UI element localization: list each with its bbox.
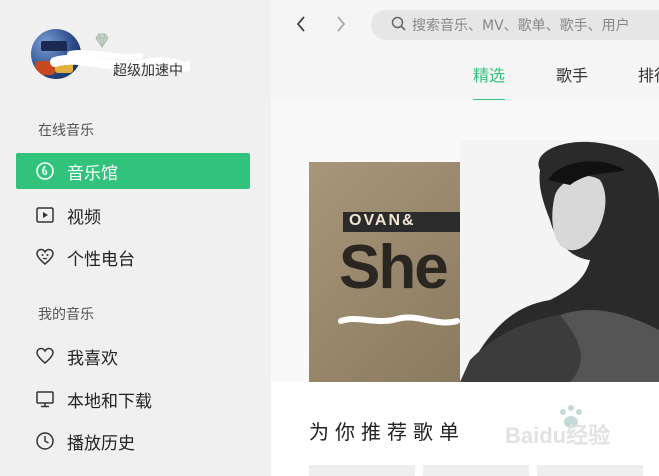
search-icon xyxy=(391,16,406,35)
playlist-card[interactable] xyxy=(537,465,643,476)
sidebar-item-label: 音乐馆 xyxy=(67,163,118,184)
video-icon xyxy=(35,205,55,225)
diamond-icon[interactable] xyxy=(92,31,112,51)
back-button[interactable] xyxy=(289,12,313,40)
album-title-big: She xyxy=(339,233,449,302)
redaction-scribble xyxy=(338,314,460,326)
radio-icon xyxy=(35,247,55,267)
sidebar-item-label: 个性电台 xyxy=(67,249,135,270)
sidebar-item-radio[interactable]: 个性电台 xyxy=(16,239,250,275)
album-title-small: OVAN& xyxy=(349,212,416,229)
tab-charts[interactable]: 排行 xyxy=(638,62,659,86)
monitor-icon xyxy=(35,389,55,409)
search-placeholder: 搜索音乐、MV、歌单、歌手、用户 xyxy=(412,18,630,34)
sidebar-item-music-hall[interactable]: 音乐馆 xyxy=(16,153,250,189)
playlist-card[interactable] xyxy=(309,465,415,476)
playlist-card[interactable] xyxy=(423,465,529,476)
sidebar-item-label: 播放历史 xyxy=(67,433,135,454)
artist-banner[interactable] xyxy=(460,140,659,382)
sidebar-item-favorites[interactable]: 我喜欢 xyxy=(16,338,250,374)
baidu-watermark: Baidu经验 xyxy=(505,402,635,452)
section-my-music: 我的音乐 xyxy=(38,307,94,323)
search-input[interactable]: 搜索音乐、MV、歌单、歌手、用户 xyxy=(371,10,659,40)
sidebar-item-video[interactable]: 视频 xyxy=(16,197,250,233)
sidebar-item-local-download[interactable]: 本地和下载 xyxy=(16,381,250,417)
music-hall-icon xyxy=(35,161,55,181)
watermark-text: Baidu经验 xyxy=(505,423,611,448)
sidebar-item-label: 视频 xyxy=(67,207,101,228)
artist-photo xyxy=(460,140,659,382)
section-online-music: 在线音乐 xyxy=(38,123,94,139)
chevron-left-icon xyxy=(295,15,307,37)
tab-singers[interactable]: 歌手 xyxy=(556,62,588,86)
heart-icon xyxy=(35,346,55,366)
sidebar: 超级加速中 在线音乐 音乐馆 视频 个性电台 我的音乐 我喜欢 本地和下载 播放… xyxy=(0,0,271,476)
chevron-right-icon xyxy=(335,15,347,37)
album-banner-left[interactable]: OVAN& She xyxy=(309,162,461,382)
sidebar-item-label: 我喜欢 xyxy=(67,348,118,369)
sidebar-item-history[interactable]: 播放历史 xyxy=(16,423,250,459)
forward-button[interactable] xyxy=(329,12,353,40)
top-bar: 搜索音乐、MV、歌单、歌手、用户 精选 歌手 排行 xyxy=(271,0,659,101)
sidebar-item-label: 本地和下载 xyxy=(67,391,152,412)
vip-status-text: 超级加速中 xyxy=(113,63,183,79)
recommended-playlists-heading: 为你推荐歌单 xyxy=(309,420,465,444)
tab-featured[interactable]: 精选 xyxy=(473,62,505,86)
clock-icon xyxy=(35,431,55,451)
